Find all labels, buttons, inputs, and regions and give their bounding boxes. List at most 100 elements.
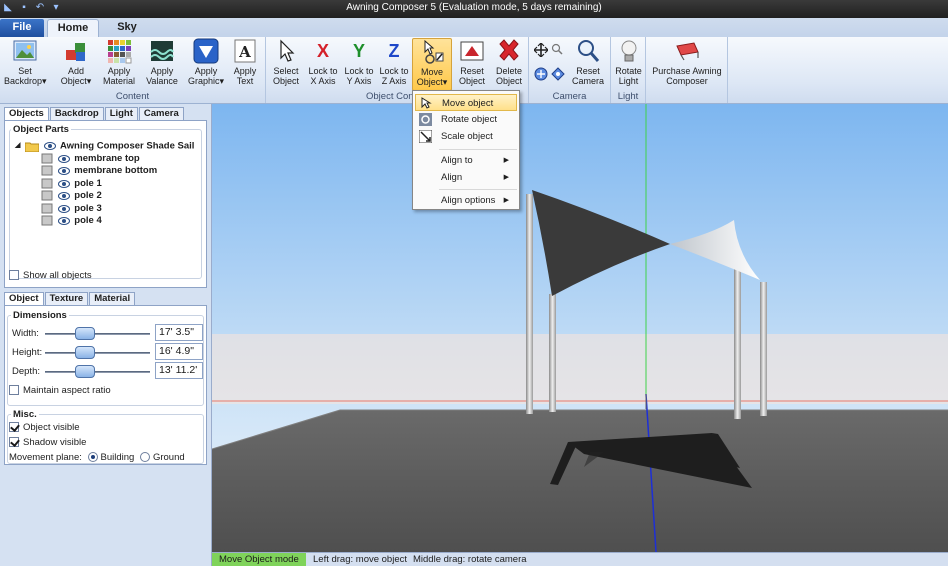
awning-icon	[676, 42, 699, 61]
tab-light[interactable]: Light	[104, 107, 138, 120]
tree-collapse-icon[interactable]: ◢	[15, 140, 20, 152]
tilt-camera-icon[interactable]	[551, 67, 565, 81]
maintain-aspect-checkbox[interactable]	[9, 385, 19, 396]
width-slider-thumb[interactable]	[75, 327, 95, 340]
height-slider-thumb[interactable]	[75, 346, 95, 359]
apply-valance-button[interactable]: Apply Valance	[143, 38, 181, 88]
add-object-button[interactable]: Add Object▾	[58, 38, 94, 88]
scene-canvas[interactable]	[212, 104, 948, 552]
height-label: Height:	[12, 347, 43, 358]
pan-camera-icon[interactable]	[534, 43, 548, 57]
tree-item[interactable]: pole 3	[41, 203, 102, 215]
set-backdrop-button[interactable]: Set Backdrop▾	[4, 38, 47, 88]
height-input[interactable]: 16' 4.9"	[155, 343, 203, 360]
building-radio[interactable]	[87, 452, 98, 463]
tab-sky[interactable]: Sky	[107, 19, 147, 37]
tree-root[interactable]: ◢ Awning Composer Shade Sail	[15, 140, 194, 152]
eye-icon[interactable]	[57, 191, 70, 201]
tab-texture[interactable]: Texture	[44, 292, 89, 305]
tree-item[interactable]: pole 2	[41, 190, 102, 202]
menu-item-move-object[interactable]: Move object	[415, 94, 517, 111]
valance-icon	[150, 41, 174, 61]
depth-slider-track[interactable]	[45, 371, 150, 373]
depth-input[interactable]: 13' 11.2'	[155, 362, 203, 379]
pole-3[interactable]	[734, 249, 741, 419]
3d-viewport[interactable]	[212, 104, 948, 552]
part-icon	[41, 153, 53, 164]
width-slider-track[interactable]	[45, 333, 150, 335]
svg-text:A: A	[238, 43, 251, 61]
tab-camera[interactable]: Camera	[138, 107, 184, 120]
lock-y-axis-button[interactable]: Y Lock to Y Axis	[342, 38, 376, 88]
tree-item[interactable]: pole 1	[41, 178, 102, 190]
eye-icon[interactable]	[57, 166, 70, 176]
object-visible-checkbox[interactable]	[9, 422, 19, 433]
ground-radio[interactable]	[139, 452, 150, 463]
light-group: Rotate Light Light	[611, 37, 646, 103]
width-label: Width:	[12, 328, 39, 339]
z-axis-icon: Z	[388, 41, 400, 61]
maintain-aspect-row[interactable]: Maintain aspect ratio	[9, 385, 111, 397]
select-object-button[interactable]: Select Object	[269, 38, 303, 88]
apply-material-button[interactable]: Apply Material	[100, 38, 138, 88]
eye-icon[interactable]	[43, 141, 56, 151]
object-parts-panel: Object Parts ◢ Awning Composer Shade Sai…	[4, 120, 207, 288]
shadow-visible-row[interactable]: Shadow visible	[9, 437, 86, 449]
tab-object[interactable]: Object	[4, 292, 44, 305]
eye-icon[interactable]	[57, 204, 70, 214]
camera-group-label: Camera	[552, 91, 587, 102]
status-mode: Move Object mode	[212, 553, 306, 566]
tree-item[interactable]: membrane bottom	[41, 165, 157, 177]
object-visible-row[interactable]: Object visible	[9, 422, 80, 434]
menu-item-align-to[interactable]: Align to ▶	[415, 152, 517, 169]
show-all-objects-row[interactable]: Show all objects	[9, 270, 92, 282]
shadow-visible-checkbox[interactable]	[9, 437, 19, 448]
backdrop-icon	[13, 40, 37, 61]
move-object-button[interactable]: Move Object▾	[412, 38, 452, 91]
menu-item-rotate-object[interactable]: Rotate object	[415, 111, 517, 128]
eye-icon[interactable]	[57, 154, 70, 164]
width-input[interactable]: 17' 3.5"	[155, 324, 203, 341]
orbit-camera-icon[interactable]	[534, 67, 548, 81]
tab-backdrop[interactable]: Backdrop	[49, 107, 104, 120]
pole-4[interactable]	[760, 282, 767, 416]
eye-icon[interactable]	[57, 216, 70, 226]
menu-item-scale-object[interactable]: Scale object	[415, 128, 517, 145]
lock-z-axis-button[interactable]: Z Lock to Z Axis	[377, 38, 411, 88]
height-slider-track[interactable]	[45, 352, 150, 354]
pole-1[interactable]	[526, 194, 533, 414]
tree-item[interactable]: membrane top	[41, 153, 140, 165]
menu-item-align[interactable]: Align ▶	[415, 169, 517, 186]
tab-objects[interactable]: Objects	[4, 107, 49, 120]
material-palette-icon	[108, 40, 132, 64]
zoom-camera-icon[interactable]	[551, 43, 563, 55]
menu-item-align-options[interactable]: Align options ▶	[415, 192, 517, 209]
apply-text-button[interactable]: A Apply Text	[230, 38, 260, 88]
reset-camera-button[interactable]: Reset Camera	[571, 38, 605, 88]
tab-home[interactable]: Home	[47, 19, 99, 37]
ground-label: Ground	[152, 452, 185, 463]
move-object-menu-icon	[421, 97, 432, 109]
eye-icon[interactable]	[57, 179, 70, 189]
pole-2[interactable]	[549, 294, 556, 412]
lock-x-axis-button[interactable]: X Lock to X Axis	[306, 38, 340, 88]
depth-label: Depth:	[12, 366, 40, 377]
part-icon	[41, 165, 53, 176]
y-axis-icon: Y	[352, 41, 365, 61]
delete-object-button[interactable]: Delete Object	[492, 38, 526, 88]
horizon-haze	[212, 334, 948, 404]
text-icon: A	[234, 39, 256, 63]
reset-object-button[interactable]: Reset Object	[455, 38, 489, 88]
objects-tab-strip: Objects Backdrop Light Camera	[4, 107, 185, 121]
show-all-objects-checkbox[interactable]	[9, 270, 19, 281]
rotate-light-button[interactable]: Rotate Light	[612, 38, 645, 88]
tree-item[interactable]: pole 4	[41, 215, 102, 227]
graphic-icon	[193, 38, 219, 64]
depth-slider-thumb[interactable]	[75, 365, 95, 378]
scale-object-menu-icon	[419, 130, 432, 143]
tab-file[interactable]: File	[0, 19, 44, 37]
purchase-awning-composer-button[interactable]: Purchase Awning Composer	[649, 38, 725, 88]
tab-material[interactable]: Material	[89, 292, 136, 305]
apply-graphic-button[interactable]: Apply Graphic▾	[186, 38, 226, 88]
camera-group: Reset Camera Camera	[529, 37, 611, 103]
